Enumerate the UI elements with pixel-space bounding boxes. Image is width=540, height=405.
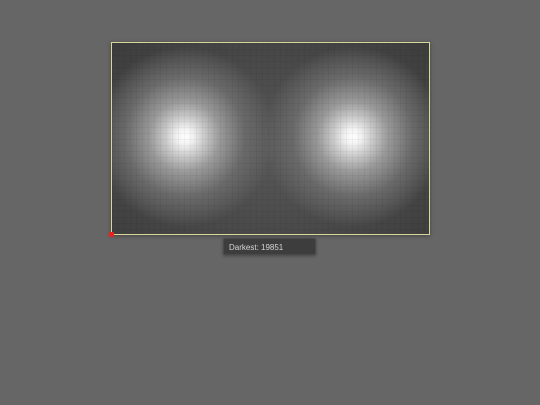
image-viewport: Darkest: 19851 xyxy=(0,0,540,405)
darkest-pixel-marker xyxy=(109,232,114,237)
image-canvas[interactable] xyxy=(111,42,430,235)
darkest-value-tooltip: Darkest: 19851 xyxy=(223,238,316,255)
pixel-grid-overlay xyxy=(112,43,429,234)
